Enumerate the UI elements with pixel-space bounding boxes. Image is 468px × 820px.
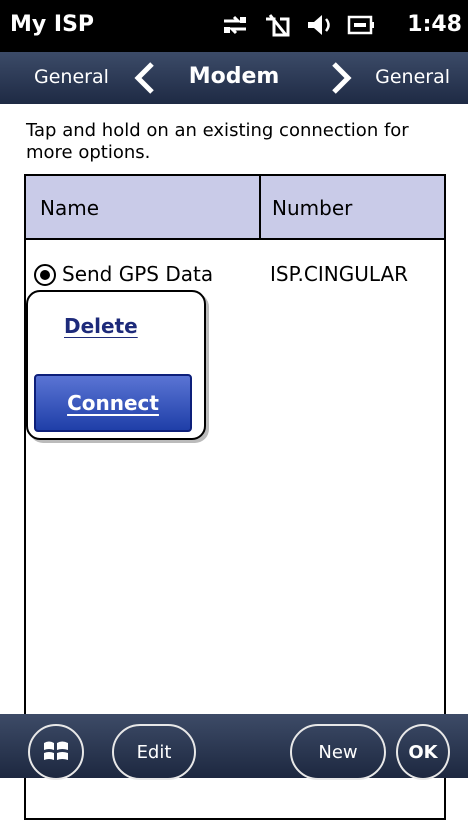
signal-off-icon [266,14,290,37]
new-button[interactable]: New [290,724,386,780]
connection-number: ISP.CINGULAR [270,262,409,286]
chevron-right-icon[interactable] [326,60,356,96]
connection-name: Send GPS Data [62,262,214,286]
column-divider [259,176,261,240]
context-menu: Delete Connect [26,290,206,440]
edit-button[interactable]: Edit [112,724,196,780]
radio-selected-icon[interactable] [34,264,56,286]
speaker-icon [308,15,330,35]
table-header: Name Number [26,176,444,240]
ok-button[interactable]: OK [396,724,450,780]
battery-icon [347,15,374,35]
delete-menu-item[interactable]: Delete [64,314,138,338]
column-header-number[interactable]: Number [272,196,352,220]
connect-button[interactable]: Connect [34,374,192,432]
status-bar: My ISP 1:48 [0,0,468,52]
windows-start-button[interactable] [28,724,84,780]
windows-logo-icon [44,741,68,760]
bottom-toolbar: Edit New OK [0,714,468,780]
clock: 1:48 [407,12,462,37]
tab-general-right[interactable]: General [375,66,450,88]
connectivity-icon [224,15,246,35]
pivot-header: General Modem General [0,52,468,104]
app-title: My ISP [10,12,95,37]
status-icons [220,10,376,40]
instruction-text: Tap and hold on an existing connection f… [26,120,409,163]
table-row[interactable]: Send GPS Data ISP.CINGULAR [26,260,444,294]
column-header-name[interactable]: Name [40,196,99,220]
